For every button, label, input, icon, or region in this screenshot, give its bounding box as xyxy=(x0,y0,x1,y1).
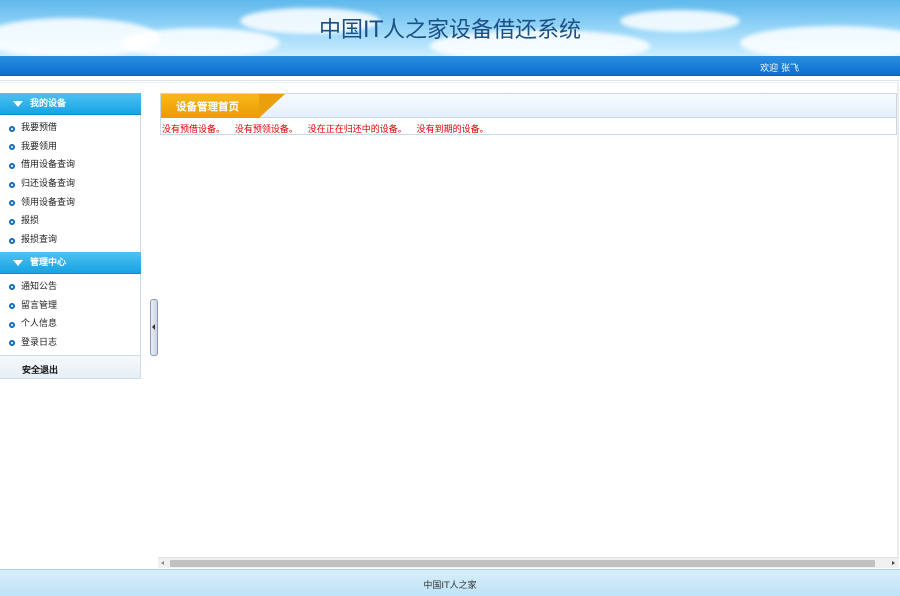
sidebar-item-announcements[interactable]: 通知公告 xyxy=(0,278,140,297)
sidebar-item-label: 我要预借 xyxy=(21,123,58,133)
footer-text: 中国IT人之家 xyxy=(423,581,477,591)
notice-text: 没有预借设备。 xyxy=(162,125,226,135)
tab-label: 设备管理首页 xyxy=(176,101,239,113)
app-title: 中国IT人之家设备借还系统 xyxy=(319,18,581,43)
circle-bullet-icon xyxy=(9,218,15,225)
sidebar-item-profile[interactable]: 个人信息 xyxy=(0,315,140,334)
triangle-down-icon xyxy=(13,259,23,266)
horizontal-scrollbar[interactable] xyxy=(158,557,899,568)
sidebar-item-label: 我要领用 xyxy=(21,141,58,152)
sidebar-item-returned-query[interactable]: 归还设备查询 xyxy=(0,175,140,194)
sidebar-item-damage-report[interactable]: 报损 xyxy=(0,212,140,231)
sidebar-item-label: 登录日志 xyxy=(21,337,58,348)
sidebar-item-borrowed-query[interactable]: 借用设备查询 xyxy=(0,156,140,175)
circle-bullet-icon xyxy=(9,181,15,188)
notice-text: 没有预领设备。 xyxy=(234,125,298,135)
sidebar-item-label: 报损 xyxy=(21,216,40,227)
chevron-left-icon xyxy=(152,324,155,330)
sidebar-list: 我要预借 我要领用 借用设备查询 归还设备查询 领用设备查询 报损 报损查询 xyxy=(0,115,141,252)
sidebar-collapse-handle[interactable] xyxy=(150,299,158,356)
top-bar: 欢迎 张飞 xyxy=(0,56,900,76)
scroll-right-icon[interactable] xyxy=(888,558,899,569)
notice-text: 没有到期的设备。 xyxy=(416,125,489,135)
circle-bullet-icon xyxy=(9,200,15,207)
circle-bullet-icon xyxy=(9,284,15,291)
sidebar-item-label: 借用设备查询 xyxy=(21,160,76,171)
tab-device-home[interactable]: 设备管理首页 xyxy=(161,94,285,118)
tab-arrow xyxy=(259,94,285,118)
header-banner: 中国IT人之家设备借还系统 xyxy=(0,0,900,56)
welcome-text: 欢迎 张飞 xyxy=(760,64,799,74)
circle-bullet-icon xyxy=(9,162,15,169)
sidebar-item-reserve[interactable]: 我要预借 xyxy=(0,119,140,138)
sidebar-item-label: 留言管理 xyxy=(21,300,58,311)
sidebar-item-label: 归还设备查询 xyxy=(21,179,76,190)
circle-bullet-icon xyxy=(9,303,15,309)
sidebar: 我的设备 我要预借 我要领用 借用设备查询 归还设备查询 领用设备查询 报损 报… xyxy=(0,93,141,383)
circle-bullet-icon xyxy=(9,321,15,328)
sidebar-item-requisition[interactable]: 我要领用 xyxy=(0,138,140,157)
logout-button[interactable]: 安全退出 xyxy=(0,354,141,379)
circle-bullet-icon xyxy=(9,125,15,132)
sidebar-section-management[interactable]: 管理中心 xyxy=(0,251,141,274)
scrollbar-thumb[interactable] xyxy=(170,560,875,567)
scroll-left-icon[interactable] xyxy=(158,558,169,569)
circle-bullet-icon xyxy=(9,237,15,244)
panel-header: 设备管理首页 xyxy=(161,94,896,118)
circle-bullet-icon xyxy=(9,144,15,151)
divider xyxy=(0,80,900,83)
sidebar-section-title: 我的设备 xyxy=(30,99,67,109)
sidebar-item-messages[interactable]: 留言管理 xyxy=(0,297,140,316)
sidebar-item-label: 通知公告 xyxy=(21,281,58,292)
circle-bullet-icon xyxy=(9,340,15,347)
footer: 中国IT人之家 xyxy=(0,569,900,596)
notice-text: 没在正在归还中的设备。 xyxy=(307,125,407,135)
sidebar-item-label: 个人信息 xyxy=(21,319,58,330)
sidebar-item-label: 报损查询 xyxy=(21,235,58,246)
sidebar-item-login-log[interactable]: 登录日志 xyxy=(0,334,140,353)
sidebar-list: 通知公告 留言管理 个人信息 登录日志 xyxy=(0,273,141,355)
sidebar-section-my-devices[interactable]: 我的设备 xyxy=(0,93,141,115)
main-panel: 设备管理首页 没有预借设备。 没有预领设备。 没在正在归还中的设备。 没有到期的… xyxy=(160,93,897,135)
sidebar-item-requisition-query[interactable]: 领用设备查询 xyxy=(0,194,140,213)
sidebar-item-label: 领用设备查询 xyxy=(21,197,76,208)
triangle-down-icon xyxy=(13,101,23,107)
sidebar-section-title: 管理中心 xyxy=(30,257,67,268)
right-border xyxy=(897,83,899,557)
notice-line: 没有预借设备。 没有预领设备。 没在正在归还中的设备。 没有到期的设备。 xyxy=(161,118,896,135)
sidebar-item-damage-query[interactable]: 报损查询 xyxy=(0,231,140,250)
